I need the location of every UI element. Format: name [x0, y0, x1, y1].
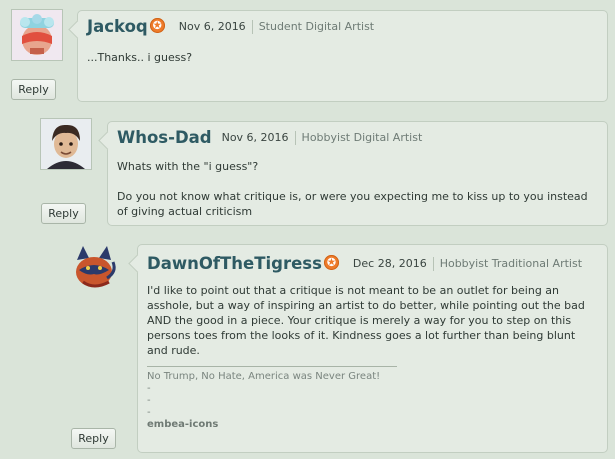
avatar-image [12, 10, 62, 60]
comment-body: Whats with the "i guess"? Do you not kno… [117, 159, 592, 227]
comment-bubble: Whos-Dad Nov 6, 2016 Hobbyist Digital Ar… [107, 121, 608, 226]
avatar-image [41, 119, 91, 169]
signature-line: - [147, 395, 151, 406]
divider [251, 19, 253, 34]
comment-date[interactable]: Dec 28, 2016 [353, 257, 427, 270]
signature-line: No Trump, No Hate, America was Never Gre… [147, 371, 381, 382]
username-link[interactable]: Jackoq [87, 17, 148, 36]
reply-button[interactable]: Reply [11, 79, 56, 100]
comment-text: Whats with the "i guess"? [117, 160, 259, 173]
username-link[interactable]: Whos-Dad [117, 128, 212, 147]
divider [432, 256, 434, 271]
comment-body: ...Thanks.. i guess? [87, 50, 597, 73]
comment-header: DawnOfTheTigress ✪ Dec 28, 2016 Hobbyist… [147, 254, 582, 273]
reply-button[interactable]: Reply [41, 203, 86, 224]
premium-badge-icon: ✪ [323, 255, 339, 270]
comment-bubble: DawnOfTheTigress ✪ Dec 28, 2016 Hobbyist… [137, 244, 608, 453]
comment-header: Whos-Dad Nov 6, 2016 Hobbyist Digital Ar… [117, 128, 422, 147]
divider [294, 130, 296, 145]
user-role: Hobbyist Traditional Artist [439, 257, 583, 270]
signature-link[interactable]: embea-icons [147, 419, 597, 431]
signature-divider [147, 366, 397, 367]
avatar-jackoq[interactable] [11, 9, 63, 61]
comment-text: ...Thanks.. i guess? [87, 51, 193, 64]
comment-text: I'd like to point out that a critique is… [147, 284, 585, 357]
comment-text: Do you not know what critique is, or wer… [117, 190, 588, 218]
comment-body: I'd like to point out that a critique is… [147, 283, 597, 431]
comment-date[interactable]: Nov 6, 2016 [222, 131, 289, 144]
username-link[interactable]: DawnOfTheTigress [147, 254, 322, 273]
user-role: Hobbyist Digital Artist [301, 131, 423, 144]
signature-line: - [147, 407, 151, 418]
premium-badge-icon: ✪ [149, 18, 165, 33]
user-role: Student Digital Artist [258, 20, 375, 33]
avatar-dawnofthetigress[interactable] [69, 242, 119, 292]
comment-date[interactable]: Nov 6, 2016 [179, 20, 246, 33]
avatar-whos-dad[interactable] [40, 118, 92, 170]
comment-header: Jackoq ✪ Nov 6, 2016 Student Digital Art… [87, 17, 374, 36]
signature-line: - [147, 383, 151, 394]
reply-button[interactable]: Reply [71, 428, 116, 449]
avatar-image [76, 246, 116, 288]
comment-bubble: Jackoq ✪ Nov 6, 2016 Student Digital Art… [77, 10, 608, 102]
